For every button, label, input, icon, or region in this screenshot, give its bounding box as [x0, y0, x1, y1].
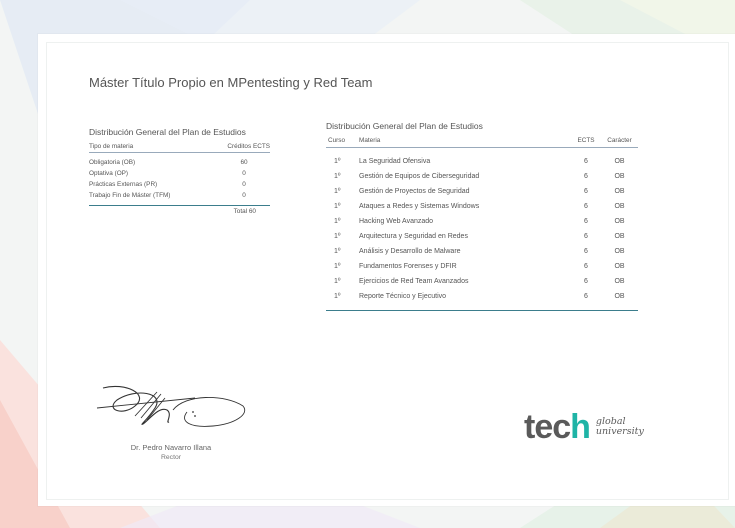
table-row: 1º Gestión de Proyectos de Seguridad 6 OB — [326, 184, 638, 199]
distribution-total: Total 60 — [89, 205, 270, 215]
distribution-heading: Distribución General del Plan de Estudio… — [89, 127, 246, 137]
table-row: 1º Fundamentos Forenses y DFIR 6 OB — [326, 259, 638, 274]
distribution-header: Tipo de materia Créditos ECTS — [89, 143, 270, 153]
ects-cell: 6 — [584, 293, 588, 300]
logo-mark-a: tec — [524, 408, 571, 446]
logo-mark-b: h — [570, 408, 591, 446]
signer-name: Dr. Pedro Navarro Illana — [130, 443, 212, 452]
subject-cell: Reporte Técnico y Ejecutivo — [359, 293, 447, 300]
ects-cell: 6 — [584, 263, 588, 270]
subject-cell: Análisis y Desarrollo de Malware — [359, 248, 461, 255]
plan-footer-rule — [326, 310, 638, 311]
type-cell: OB — [614, 248, 625, 255]
type-cell: OB — [614, 278, 625, 285]
subject-cell: Hacking Web Avanzado — [359, 218, 434, 225]
table-row: Trabajo Fin de Máster (TFM) 0 — [89, 190, 270, 201]
ects-cell: 6 — [584, 278, 588, 285]
plan-rows: 1º La Seguridad Ofensiva 6 OB 1º Gestión de E… — [326, 154, 638, 304]
course-cell: 1º — [334, 173, 341, 180]
subject-cell: Arquitectura y Seguridad en Redes — [359, 233, 468, 240]
table-row: Prácticas Externas (PR) 0 — [89, 179, 270, 190]
type-cell: OB — [614, 218, 625, 225]
course-cell: 1º — [334, 278, 341, 285]
col-type: Tipo de materia — [89, 143, 134, 150]
ects-cell: 6 — [584, 248, 588, 255]
ects-cell: 6 — [584, 173, 588, 180]
row-name: Prácticas Externas (PR) — [89, 181, 158, 188]
col-ects: ECTS — [577, 137, 595, 144]
table-row: 1º Reporte Técnico y Ejecutivo 6 OB — [326, 289, 638, 304]
table-row: 1º Hacking Web Avanzado 6 OB — [326, 214, 638, 229]
row-value: 0 — [242, 181, 246, 188]
row-name: Trabajo Fin de Máster (TFM) — [89, 192, 171, 199]
type-cell: OB — [614, 293, 625, 300]
subject-cell: La Seguridad Ofensiva — [359, 158, 431, 165]
table-row: 1º Gestión de Equipos de Ciberseguridad 6 O… — [326, 169, 638, 184]
table-row: Optativa (OP) 0 — [89, 168, 270, 179]
course-cell: 1º — [334, 233, 341, 240]
table-row: Obligatoria (OB) 60 — [89, 157, 270, 168]
course-cell: 1º — [334, 203, 341, 210]
course-cell: 1º — [334, 293, 341, 300]
course-cell: 1º — [334, 158, 341, 165]
type-cell: OB — [614, 173, 625, 180]
course-cell: 1º — [334, 248, 341, 255]
logo-mark: tech — [524, 408, 591, 446]
col-course: Curso — [328, 137, 346, 144]
col-credits: Créditos ECTS — [227, 143, 270, 150]
plan-header: Curso Materia ECTS Carácter — [326, 137, 638, 148]
ects-cell: 6 — [584, 188, 588, 195]
signer-block: Dr. Pedro Navarro Illana Rector — [117, 443, 225, 461]
ects-cell: 6 — [584, 158, 588, 165]
row-name: Optativa (OP) — [89, 170, 129, 177]
page-title: Máster Título Propio en MPentesting y Re… — [89, 75, 373, 90]
table-row: 1º Ataques a Redes y Sistemas Windows 6 OB — [326, 199, 638, 214]
signer-role: Rector — [160, 454, 182, 461]
type-cell: OB — [614, 263, 625, 270]
course-cell: 1º — [334, 263, 341, 270]
row-value: 0 — [242, 170, 246, 177]
type-cell: OB — [614, 158, 625, 165]
table-row: 1º Arquitectura y Seguridad en Redes 6 OB — [326, 229, 638, 244]
subject-cell: Gestión de Equipos de Ciberseguridad — [359, 173, 480, 180]
table-row: 1º La Seguridad Ofensiva 6 OB — [326, 154, 638, 169]
subject-cell: Ataques a Redes y Sistemas Windows — [359, 203, 480, 210]
ects-cell: 6 — [584, 203, 588, 210]
course-cell: 1º — [334, 218, 341, 225]
type-cell: OB — [614, 233, 625, 240]
signature-image — [96, 385, 246, 427]
subject-cell: Gestión de Proyectos de Seguridad — [359, 188, 470, 195]
tech-logo: tech global university — [524, 410, 644, 444]
plan-table: Distribución General del Plan de Estudio… — [326, 121, 638, 311]
table-row: 1º Ejercicios de Red Team Avanzados 6 OB — [326, 274, 638, 289]
plan-heading: Distribución General del Plan de Estudio… — [326, 121, 483, 131]
table-row: 1º Análisis y Desarrollo de Malware 6 OB — [326, 244, 638, 259]
col-type: Carácter — [607, 137, 632, 144]
col-subject: Materia — [359, 137, 381, 144]
ects-cell: 6 — [584, 233, 588, 240]
subject-cell: Ejercicios de Red Team Avanzados — [359, 278, 469, 285]
row-name: Obligatoria (OB) — [89, 159, 136, 166]
row-value: 60 — [240, 159, 248, 166]
subject-cell: Fundamentos Forenses y DFIR — [359, 263, 457, 270]
row-value: 0 — [242, 192, 246, 199]
type-cell: OB — [614, 188, 625, 195]
course-cell: 1º — [334, 188, 341, 195]
ects-cell: 6 — [584, 218, 588, 225]
type-cell: OB — [614, 203, 625, 210]
distribution-table: Distribución General del Plan de Estudio… — [89, 127, 270, 215]
logo-line2: university — [595, 426, 644, 437]
logo-subtitle: global university — [596, 417, 644, 437]
